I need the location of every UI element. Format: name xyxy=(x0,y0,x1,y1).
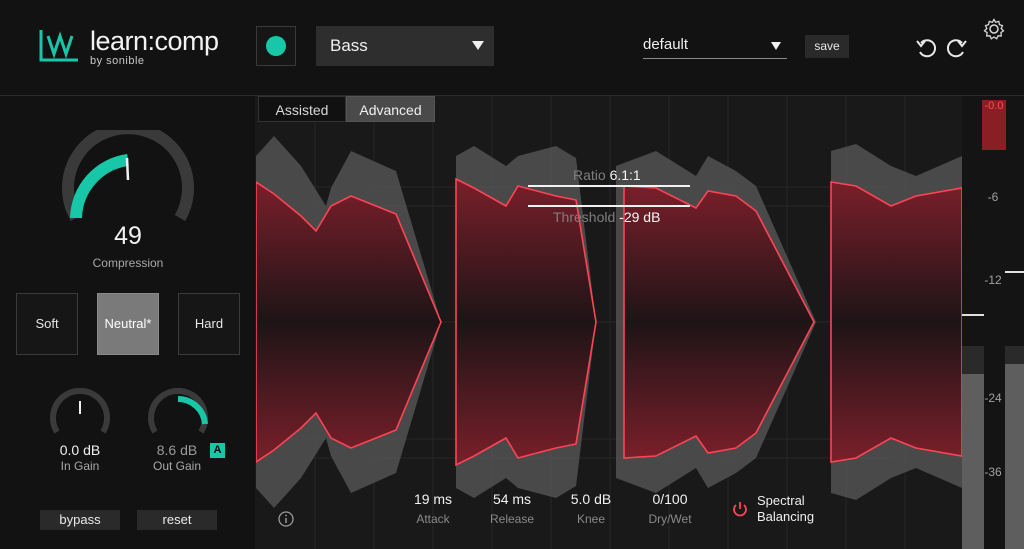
waveform-display[interactable] xyxy=(256,96,1024,549)
ratio-label: Ratio xyxy=(573,167,606,183)
ratio-value: 6.1:1 xyxy=(609,167,641,183)
compression-label: Compression xyxy=(92,256,164,270)
app-logo: learn:comp by sonible xyxy=(38,22,238,72)
out-gain-label: Out Gain xyxy=(152,459,202,473)
preset-value: default xyxy=(643,36,689,53)
knee-value[interactable]: 5.0 dB xyxy=(551,491,631,507)
threshold-value: -29 dB xyxy=(619,209,661,225)
threshold-readout[interactable]: Threshold -29 dB xyxy=(553,209,660,225)
meter-scale-label: -24 xyxy=(984,391,1002,405)
preset-dropdown[interactable]: default xyxy=(643,36,787,59)
header-bar: learn:comp by sonible Bass default save xyxy=(0,0,1024,96)
app-name: learn:comp xyxy=(90,26,219,56)
power-icon xyxy=(266,36,286,56)
in-gain-knob[interactable] xyxy=(45,388,115,438)
release-value[interactable]: 54 ms xyxy=(472,491,552,507)
in-gain-value: 0.0 dB xyxy=(59,442,101,458)
mode-hard-button[interactable]: Hard xyxy=(178,293,240,355)
power-icon-spectral[interactable] xyxy=(731,500,749,518)
ratio-readout[interactable]: Ratio 6.1:1 xyxy=(573,167,641,183)
meter-scale-label: -12 xyxy=(984,273,1002,287)
threshold-label: Threshold xyxy=(553,209,616,225)
info-icon[interactable] xyxy=(278,511,294,527)
profile-dropdown[interactable]: Bass xyxy=(316,26,494,66)
tab-assisted[interactable]: Assisted xyxy=(258,96,346,122)
knee-label: Knee xyxy=(576,512,606,526)
dropdown-arrow-icon xyxy=(771,42,781,50)
waveform-graph xyxy=(256,96,1024,549)
bypass-button[interactable]: bypass xyxy=(40,510,120,530)
out-gain-knob[interactable] xyxy=(143,388,213,438)
in-gain-label: In Gain xyxy=(60,459,100,473)
meter-scale-label: -6 xyxy=(987,190,999,204)
attack-label: Attack xyxy=(416,512,450,526)
reset-button[interactable]: reset xyxy=(137,510,217,530)
attack-value[interactable]: 19 ms xyxy=(393,491,473,507)
dropdown-arrow-icon xyxy=(472,41,484,50)
undo-icon[interactable] xyxy=(915,36,939,60)
auto-gain-badge[interactable]: A xyxy=(210,443,225,458)
spectral-balancing-toggle[interactable]: Spectral Balancing xyxy=(757,493,827,525)
meter-scale-label: -36 xyxy=(984,465,1002,479)
profile-value: Bass xyxy=(330,36,368,55)
save-button[interactable]: save xyxy=(805,35,849,58)
logo-icon xyxy=(39,30,78,62)
dry-wet-value[interactable]: 0/100 xyxy=(630,491,710,507)
redo-icon[interactable] xyxy=(944,36,968,60)
mode-soft-button[interactable]: Soft xyxy=(16,293,78,355)
dry-wet-label: Dry/Wet xyxy=(648,512,692,526)
power-button[interactable] xyxy=(256,26,296,66)
tab-advanced[interactable]: Advanced xyxy=(346,96,435,122)
mode-neutral-button[interactable]: Neutral* xyxy=(97,293,159,355)
peak-indicator: -0.0 xyxy=(982,100,1006,150)
app-vendor: by sonible xyxy=(90,55,145,67)
release-label: Release xyxy=(489,512,535,526)
compression-value: 49 xyxy=(114,222,142,250)
gear-icon[interactable] xyxy=(983,18,1005,40)
